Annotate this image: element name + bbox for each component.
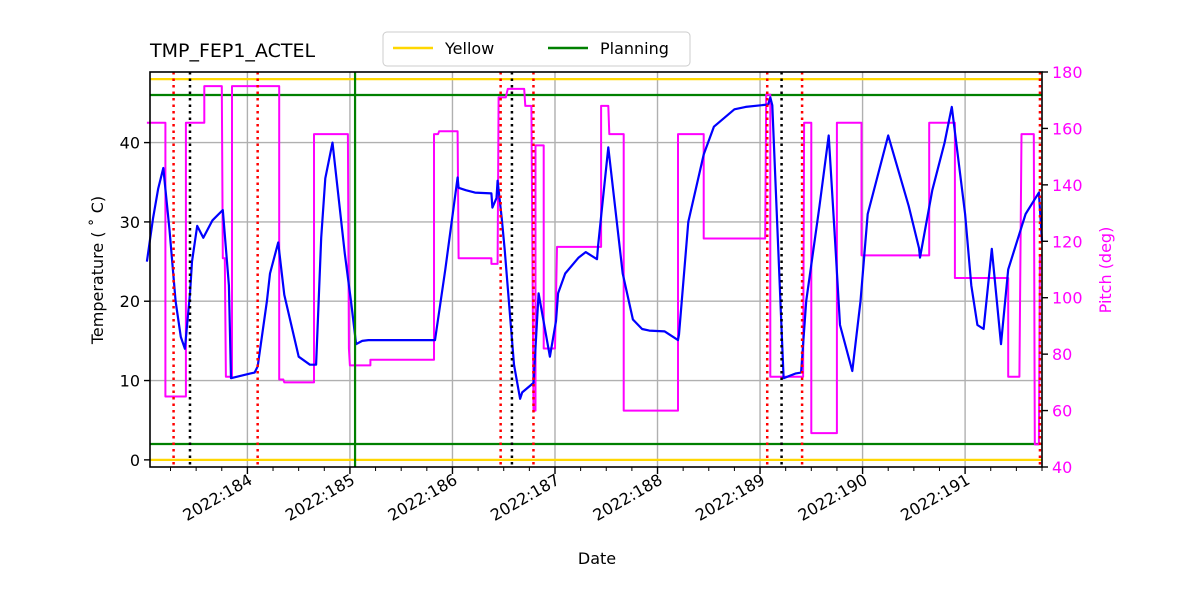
chart-title: TMP_FEP1_ACTEL — [149, 40, 315, 62]
chart-figure: 2022:184 2022:185 2022:186 2022:187 2022:188… — [0, 0, 1200, 600]
y2-tick-label: 160 — [1052, 119, 1083, 138]
x-axis-label: Date — [578, 549, 616, 568]
y2-tick-label: 100 — [1052, 289, 1083, 308]
y-tick-label: 20 — [120, 292, 140, 311]
legend-label-yellow: Yellow — [444, 39, 494, 58]
y2-tick-label: 60 — [1052, 402, 1072, 421]
y2-tick-label: 40 — [1052, 458, 1072, 477]
y-axis-label: Temperature ( ˚ C) — [88, 196, 107, 345]
y-tick-label: 40 — [120, 134, 140, 153]
legend-label-planning: Planning — [600, 39, 669, 58]
y2-tick-label: 80 — [1052, 345, 1072, 364]
y-tick-label: 0 — [130, 451, 140, 470]
y2-tick-label: 140 — [1052, 176, 1083, 195]
y2-axis-label: Pitch (deg) — [1096, 227, 1115, 314]
legend: Yellow Planning — [382, 31, 691, 67]
y-tick-label: 30 — [120, 213, 140, 232]
y2-tick-label: 120 — [1052, 232, 1083, 251]
y-tick-label: 10 — [120, 372, 140, 391]
y2-tick-label: 180 — [1052, 63, 1083, 82]
